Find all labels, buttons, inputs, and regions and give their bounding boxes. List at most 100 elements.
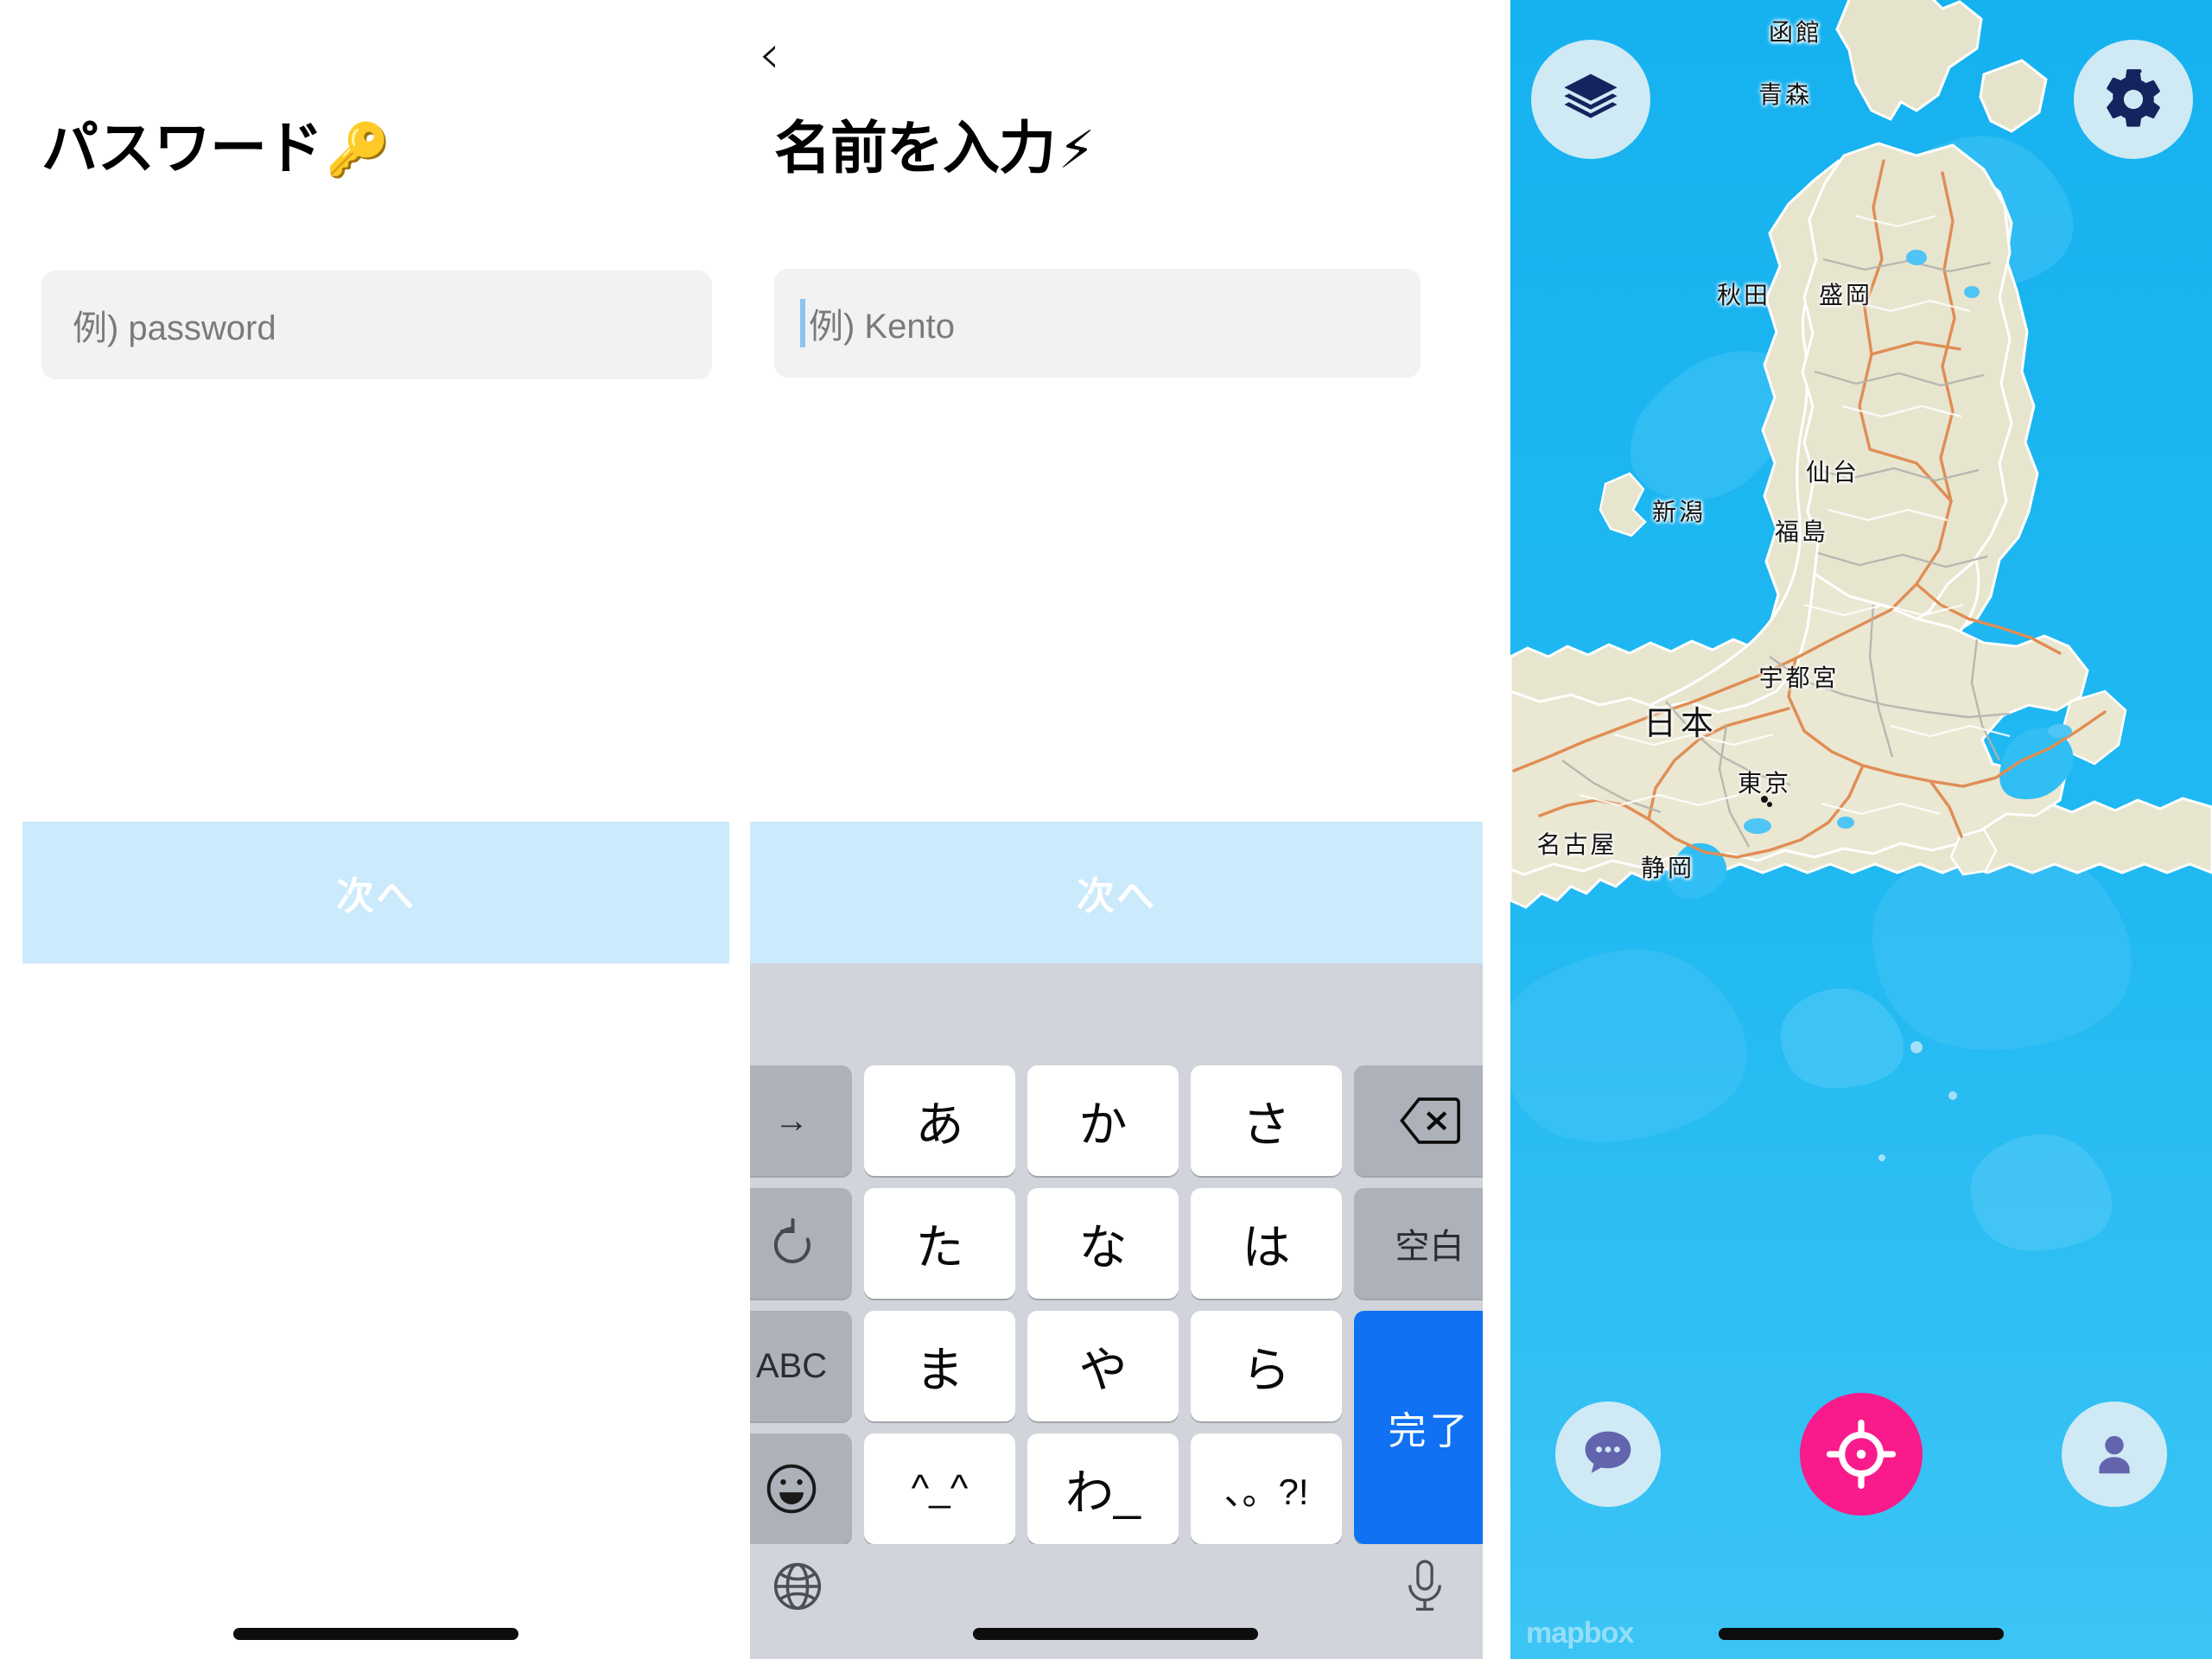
map-label: 青森 xyxy=(1758,76,1812,111)
crosshair-icon xyxy=(1826,1419,1897,1490)
map-label-text: 宇都宮 xyxy=(1758,664,1840,692)
map-label-text: 静岡 xyxy=(1640,854,1695,882)
undo-key[interactable] xyxy=(750,1188,852,1299)
kana-sa-key-label: さ xyxy=(1242,1096,1291,1152)
microphone-icon[interactable] xyxy=(1398,1558,1452,1619)
person-icon xyxy=(2099,1435,2130,1474)
password-input-placeholder: 例) password xyxy=(73,309,276,347)
back-button[interactable]: ‹ xyxy=(759,28,780,81)
back-chevron-icon: ‹ xyxy=(759,22,780,86)
kana-ha-key-label: は xyxy=(1242,1219,1291,1274)
page-title: パスワード 🔑 xyxy=(41,116,391,180)
map-label-text: 函館 xyxy=(1768,18,1823,47)
next-button[interactable]: 次へ xyxy=(22,822,729,963)
map-label: 宇都宮 xyxy=(1758,659,1839,694)
map-label-text: 名古屋 xyxy=(1536,830,1618,859)
map-label: 新潟 xyxy=(1652,493,1706,528)
map-label: 静岡 xyxy=(1641,849,1694,884)
kana-ma-key[interactable]: ま xyxy=(864,1311,1015,1421)
map-label: 盛岡 xyxy=(1819,276,1872,311)
map-locate-button[interactable] xyxy=(1800,1393,1923,1516)
map-label-text: 新潟 xyxy=(1651,498,1707,526)
map-label-text: 秋田 xyxy=(1716,281,1771,309)
kaomoji-key-label: ^_^ xyxy=(911,1467,969,1510)
map-label: 秋田 xyxy=(1717,276,1770,311)
keyboard-suggestion-bar[interactable] xyxy=(750,963,1483,1065)
next-button[interactable]: 次へ xyxy=(750,822,1483,963)
punctuation-key[interactable]: 、。?! xyxy=(1191,1433,1342,1544)
punctuation-key-label: 、。?! xyxy=(1224,1471,1309,1512)
kana-ha-key[interactable]: は xyxy=(1191,1188,1342,1299)
emoji-key[interactable] xyxy=(750,1433,852,1544)
kana-ka-key-label: か xyxy=(1078,1096,1128,1152)
home-indicator xyxy=(1719,1628,2004,1640)
key-emoji: 🔑 xyxy=(326,121,391,179)
emoji-icon xyxy=(766,1464,817,1514)
undo-icon xyxy=(773,1218,810,1263)
page-title-text: パスワード xyxy=(41,116,323,180)
map-label: 仙台 xyxy=(1806,454,1859,488)
backspace-icon xyxy=(1399,1097,1460,1144)
abc-key[interactable]: ABC xyxy=(750,1311,852,1421)
map-label: 函館 xyxy=(1769,14,1822,48)
kana-ra-key-label: ら xyxy=(1242,1342,1291,1397)
name-input[interactable]: 例) Kento xyxy=(774,269,1421,378)
map-label: 福島 xyxy=(1775,513,1828,548)
globe-icon[interactable] xyxy=(769,1558,826,1619)
kana-a-key-label: あ xyxy=(915,1096,964,1152)
map-settings-button[interactable] xyxy=(2074,40,2193,159)
map-label-text: 東京 xyxy=(1737,769,1792,798)
map-profile-button[interactable] xyxy=(2062,1402,2167,1507)
map-chat-button[interactable] xyxy=(1555,1402,1661,1507)
text-caret xyxy=(800,299,805,347)
kana-wa-key[interactable]: わ_ xyxy=(1027,1433,1179,1544)
kana-ka-key[interactable]: か xyxy=(1027,1065,1179,1176)
done-key[interactable]: 完了 xyxy=(1354,1311,1483,1544)
home-indicator xyxy=(233,1628,518,1640)
map-label: 東京 xyxy=(1737,765,1792,803)
map-label-text: 日本 xyxy=(1643,704,1719,742)
cursor-right-key-label: → xyxy=(774,1101,809,1140)
password-screen: パスワード 🔑 例) password 次へ xyxy=(0,0,743,1659)
space-key-label: 空白 xyxy=(1395,1228,1465,1266)
map-layers-button[interactable] xyxy=(1531,40,1650,159)
name-input-placeholder: 例) Kento xyxy=(809,308,955,346)
done-key-label: 完了 xyxy=(1388,1410,1471,1452)
lightning-emoji: ⚡ xyxy=(1058,121,1095,179)
name-entry-screen: ‹ 名前を入力 ⚡ 例) Kento 次へ → あ か さた な は 空白 ABC ま や ら完了 ^… xyxy=(750,0,1483,1659)
map-label: 名古屋 xyxy=(1536,826,1617,861)
backspace-key[interactable] xyxy=(1354,1065,1483,1176)
cursor-right-key[interactable]: → xyxy=(750,1065,852,1176)
map-label-text: 盛岡 xyxy=(1818,281,1873,309)
map-capital-marker xyxy=(1760,796,1768,803)
keyboard-key-grid: → あ か さた な は 空白 ABC ま や ら完了 ^_^ わ_ 、。?! xyxy=(750,1065,1483,1544)
kana-na-key[interactable]: な xyxy=(1027,1188,1179,1299)
next-button-label: 次へ xyxy=(336,875,416,918)
map-label: 日本 xyxy=(1643,696,1718,744)
kana-sa-key[interactable]: さ xyxy=(1191,1065,1342,1176)
keyboard-bottom-bar xyxy=(750,1544,1483,1658)
password-input[interactable]: 例) password xyxy=(41,270,712,379)
kana-wa-key-label: わ_ xyxy=(1065,1465,1141,1520)
chat-bubble-icon xyxy=(1585,1431,1631,1473)
map-label-text: 仙台 xyxy=(1805,458,1860,486)
map-label-text: 青森 xyxy=(1758,80,1813,109)
gear-icon xyxy=(2107,69,2160,127)
next-button-label: 次へ xyxy=(1077,875,1156,918)
kaomoji-key[interactable]: ^_^ xyxy=(864,1433,1015,1544)
kana-na-key-label: な xyxy=(1078,1219,1128,1274)
kana-ra-key[interactable]: ら xyxy=(1191,1311,1342,1421)
map-screen: 函館青森秋田 盛岡仙台新潟福島宇都宮日本 東京名古屋 静岡 mapbox xyxy=(1510,0,2212,1659)
mapbox-attribution[interactable]: mapbox xyxy=(1526,1617,1634,1650)
screenshot-stage: パスワード 🔑 例) password 次へ ‹ 名前を入力 ⚡ 例) Kent… xyxy=(0,0,2212,1659)
map-label-text: 福島 xyxy=(1774,518,1829,546)
kana-ya-key[interactable]: や xyxy=(1027,1311,1179,1421)
kana-ma-key-label: ま xyxy=(915,1342,964,1397)
kana-ya-key-label: や xyxy=(1078,1342,1128,1397)
kana-ta-key[interactable]: た xyxy=(864,1188,1015,1299)
kana-a-key[interactable]: あ xyxy=(864,1065,1015,1176)
kana-ta-key-label: た xyxy=(915,1219,964,1274)
page-title-text: 名前を入力 xyxy=(774,116,1056,180)
space-key[interactable]: 空白 xyxy=(1354,1188,1483,1299)
japanese-keyboard: → あ か さた な は 空白 ABC ま や ら完了 ^_^ わ_ 、。?! xyxy=(750,963,1483,1659)
